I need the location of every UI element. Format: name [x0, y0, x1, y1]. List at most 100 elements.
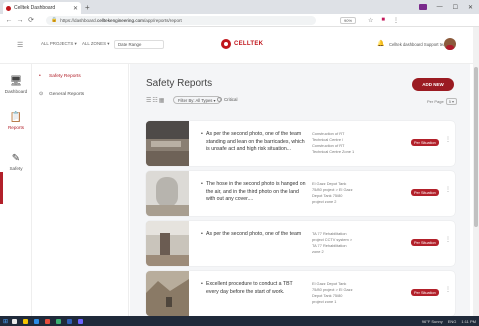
browser-tab[interactable]: Celltek Dashboard ✕ [3, 2, 81, 14]
bullet-icon: • [39, 73, 41, 79]
subnav-label: General Reports [49, 91, 85, 97]
more-options-icon[interactable]: ⋮ [445, 286, 451, 293]
user-name[interactable]: Celltek dashboard Support team [389, 42, 449, 47]
report-card[interactable]: As per the second photo, one of the team… [146, 221, 455, 266]
teams-icon[interactable] [78, 318, 84, 324]
report-location: Construction of RT Technical Centre / Cons… [312, 131, 355, 155]
weather-widget[interactable]: 96°F Sunny [422, 319, 443, 324]
rail-item-dashboard[interactable]: 🖥 Dashboard [0, 76, 32, 94]
browser-tab-bar: Celltek Dashboard ✕ + — ☐ ✕ [0, 0, 479, 14]
menu-toggle-icon[interactable]: ☰ [17, 41, 23, 49]
page-title: Safety Reports [146, 78, 213, 89]
new-tab-icon[interactable]: + [85, 3, 90, 12]
windows-taskbar: ⊞ 96°F Sunny ENG 1:11 PM [0, 316, 479, 326]
report-location: TA 77 Rehabilitation project CCTV system … [312, 231, 353, 255]
report-description: As per the second photo, one of the team [201, 231, 306, 239]
clipboard-icon: 📋 [9, 112, 23, 123]
close-window-icon[interactable]: ✕ [468, 4, 473, 11]
critical-toggle[interactable]: Critical [217, 97, 237, 102]
scrollbar-thumb[interactable] [474, 67, 478, 227]
grid-view-icon[interactable]: ▦ [159, 98, 166, 104]
rail-item-label: Safety [9, 166, 23, 171]
report-card[interactable]: As per the second photo, one of the team… [146, 121, 455, 166]
excel-icon[interactable] [56, 318, 62, 324]
rail-item-label: Reports [7, 125, 25, 130]
url-path: /app/reports/report [144, 17, 182, 23]
subnav-item-general-reports[interactable]: ⊙ General Reports [39, 91, 84, 97]
report-description: As per the second photo, one of the team… [201, 131, 306, 154]
status-badge: Per Situation [411, 289, 439, 296]
report-photo[interactable] [146, 221, 189, 266]
subnav-item-safety-reports[interactable]: • Safety Reports [39, 73, 81, 79]
file-explorer-icon[interactable] [23, 318, 29, 324]
edge-icon[interactable] [34, 318, 40, 324]
chrome-icon[interactable] [45, 318, 51, 324]
search-icon[interactable] [12, 318, 18, 324]
reports-subnav: • Safety Reports ⊙ General Reports [32, 64, 129, 316]
language-indicator[interactable]: ENG [448, 319, 457, 324]
report-description: The hose in the second photo is hanged o… [201, 181, 306, 204]
extension-icon[interactable]: ■ [381, 17, 385, 24]
close-tab-icon[interactable]: ✕ [73, 5, 78, 12]
per-page-label: Per Page [427, 99, 444, 104]
bookmark-star-icon[interactable]: ☆ [368, 17, 373, 24]
per-page-control: Per Page 5 ▾ [427, 98, 458, 105]
address-bar: ← → ⟳ 🔒 https://dashboard. celltekenginee… [0, 14, 479, 27]
all-projects-dropdown[interactable]: ALL PROJECTS ▾ [41, 41, 77, 47]
subnav-label: Safety Reports [49, 73, 81, 79]
compass-icon: ✎ [11, 153, 21, 164]
zoom-indicator[interactable]: 90% [340, 16, 357, 24]
per-page-select[interactable]: 5 ▾ [445, 98, 458, 105]
status-badge: Per Situation [411, 189, 439, 196]
rail-item-safety[interactable]: ✎ Safety [0, 153, 32, 171]
active-indicator [0, 172, 3, 204]
rail-item-label: Dashboard [4, 89, 28, 94]
report-photo[interactable] [146, 121, 189, 166]
url-domain: celltekengineering.com [97, 17, 145, 23]
celltek-logo-icon [221, 39, 231, 49]
page-scrollbar[interactable] [473, 27, 479, 316]
all-zones-dropdown[interactable]: ALL ZONES ▾ [82, 41, 109, 47]
celltek-favicon-icon [6, 5, 11, 11]
url-field[interactable]: 🔒 https://dashboard. celltekengineering.c… [46, 15, 316, 25]
lock-icon: 🔒 [51, 17, 58, 23]
status-badge: Per Situation [411, 139, 439, 146]
reload-icon[interactable]: ⟳ [27, 16, 35, 24]
icon-rail: 🖥 Dashboard 📋 Reports ✎ Safety [0, 64, 32, 316]
report-description: Excellent procedure to conduct a TBT eve… [201, 281, 306, 296]
report-card[interactable]: The hose in the second photo is hanged o… [146, 171, 455, 216]
avatar[interactable] [444, 38, 456, 50]
more-options-icon[interactable]: ⋮ [445, 136, 451, 143]
view-toggle[interactable]: ☰☷▦ [146, 97, 165, 104]
windows-start-icon[interactable]: ⊞ [3, 318, 8, 325]
clock[interactable]: 1:11 PM [461, 319, 476, 324]
report-location: El Gazz Depot Tank 75/80 project > El Gaz… [312, 181, 353, 205]
bell-icon[interactable]: 🔔 [377, 40, 384, 47]
critical-label: Critical [224, 97, 238, 102]
report-location: El Gazz Depot Tank 75/80 project > El Gaz… [312, 281, 353, 305]
url-prefix: https://dashboard. [60, 17, 98, 23]
report-card[interactable]: Excellent procedure to conduct a TBT eve… [146, 271, 455, 316]
forward-icon[interactable]: → [16, 17, 24, 24]
back-icon[interactable]: ← [5, 17, 13, 24]
report-photo[interactable] [146, 171, 189, 216]
logo-text: CELLTEK [234, 41, 264, 47]
app-header: ☰ ALL PROJECTS ▾ ALL ZONES ▾ Date Range … [0, 27, 473, 64]
browser-menu-icon[interactable]: ⋮ [393, 17, 399, 24]
celltek-logo[interactable]: CELLTEK [221, 39, 263, 49]
word-icon[interactable] [67, 318, 73, 324]
status-badge: Per Situation [411, 239, 439, 246]
filter-type-dropdown[interactable]: Filter By: All Types ▾ [173, 96, 221, 104]
add-new-button[interactable]: ADD NEW [412, 78, 454, 91]
minimize-icon[interactable]: — [437, 4, 443, 10]
more-options-icon[interactable]: ⋮ [445, 236, 451, 243]
more-options-icon[interactable]: ⋮ [445, 186, 451, 193]
tab-title: Celltek Dashboard [14, 5, 56, 11]
rail-item-reports[interactable]: 📋 Reports [0, 112, 32, 130]
date-range-input[interactable]: Date Range [114, 40, 164, 49]
profile-extension-icon[interactable] [418, 4, 427, 10]
critical-radio[interactable] [217, 97, 222, 102]
document-icon: ⊙ [39, 91, 44, 97]
maximize-icon[interactable]: ☐ [453, 4, 458, 11]
report-photo[interactable] [146, 271, 189, 316]
